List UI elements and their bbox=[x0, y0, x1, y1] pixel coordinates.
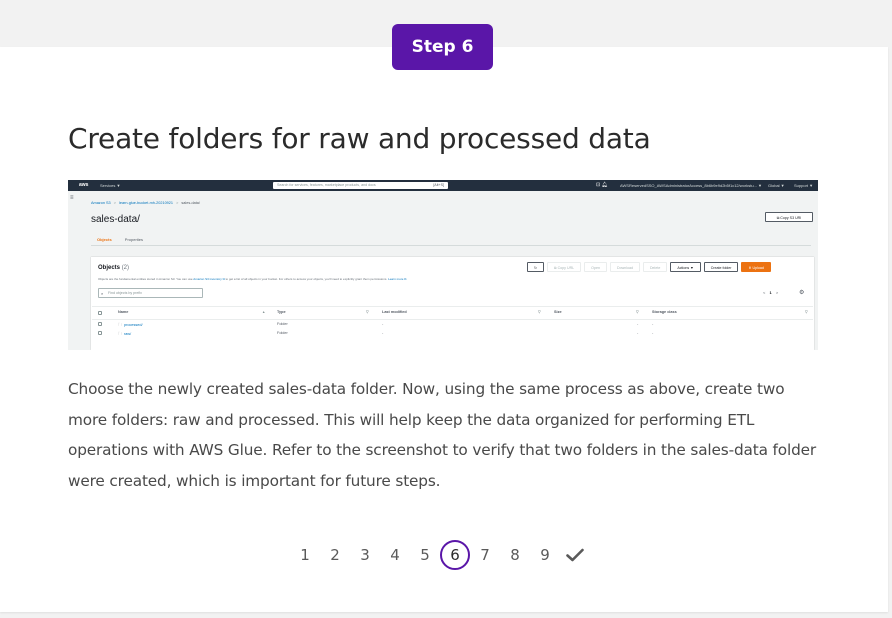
object-type: Folder bbox=[277, 331, 288, 335]
folder-icon: 🗀 bbox=[118, 331, 122, 336]
col-name: Name bbox=[118, 310, 129, 314]
breadcrumb-bucket: learn-glue-bucket-mh-20210921 bbox=[118, 201, 174, 205]
object-name: processed/ bbox=[124, 323, 143, 327]
aws-support-menu: Support ▼ bbox=[794, 183, 814, 188]
find-objects-input: ⌕ Find objects by prefix bbox=[98, 288, 203, 298]
step-pagination: 1 2 3 4 5 6 7 8 9 bbox=[290, 540, 590, 570]
copy-s3-uri-button: ⧉ Copy S3 URI bbox=[765, 212, 813, 222]
objects-heading: Objects (2) bbox=[98, 265, 129, 271]
breadcrumb-separator: > bbox=[176, 201, 179, 205]
bell-icon: 🔔︎ bbox=[601, 182, 608, 188]
aws-logo: aws bbox=[79, 182, 89, 188]
aws-search-shortcut: [Alt+S] bbox=[433, 183, 444, 187]
objects-title: Objects bbox=[98, 265, 121, 271]
tabs-divider bbox=[91, 245, 811, 246]
folder-icon: 🗀 bbox=[118, 322, 122, 327]
pager-prev: < bbox=[763, 290, 766, 295]
inventory-link: Amazon S3 inventory ⧉ bbox=[193, 277, 225, 281]
actions-button: Actions ▼ bbox=[670, 262, 701, 272]
objects-toolbar: ↻ ⧉ Copy URL Open Download Delete Action… bbox=[527, 262, 771, 272]
objects-description: Objects are the fundamental entities sto… bbox=[98, 277, 528, 281]
col-size: Size bbox=[554, 310, 562, 314]
aws-top-nav: aws Services ▼ Search for services, feat… bbox=[68, 180, 818, 191]
row-checkbox bbox=[98, 331, 102, 335]
check-icon[interactable] bbox=[560, 540, 590, 570]
aws-region-menu: Global ▼ bbox=[768, 183, 785, 188]
object-last-modified: - bbox=[382, 322, 384, 326]
page-3[interactable]: 3 bbox=[350, 540, 380, 570]
objects-count: (2) bbox=[121, 265, 130, 271]
step-description: Choose the newly created sales-data fold… bbox=[68, 380, 817, 490]
folder-title: sales-data/ bbox=[91, 214, 140, 225]
terminal-icon: ⊡ bbox=[596, 182, 601, 188]
page-7[interactable]: 7 bbox=[470, 540, 500, 570]
table-row: 🗀 raw/ Folder - - - bbox=[92, 328, 813, 337]
object-last-modified: - bbox=[382, 331, 384, 335]
breadcrumb-current: sales-data/ bbox=[181, 201, 200, 205]
page-9[interactable]: 9 bbox=[530, 540, 560, 570]
col-last-modified: Last modified bbox=[382, 310, 407, 314]
breadcrumb: Amazon S3 > learn-glue-bucket-mh-2021092… bbox=[91, 201, 200, 205]
aws-search-box: Search for services, features, marketpla… bbox=[273, 182, 448, 189]
page-4[interactable]: 4 bbox=[380, 540, 410, 570]
upload-button: ⬆ Upload bbox=[741, 262, 771, 272]
gear-icon: ⚙ bbox=[799, 290, 805, 296]
object-name: raw/ bbox=[124, 332, 132, 336]
page-8[interactable]: 8 bbox=[500, 540, 530, 570]
object-size: - bbox=[637, 331, 639, 335]
objects-panel: Objects (2) Objects are the fundamental … bbox=[91, 257, 814, 350]
aws-console-screenshot: aws Services ▼ Search for services, feat… bbox=[68, 180, 818, 350]
row-checkbox bbox=[98, 322, 102, 326]
page-2[interactable]: 2 bbox=[320, 540, 350, 570]
sort-desc-icon: ▽ bbox=[538, 310, 541, 314]
aws-account-menu: AWSReservedSSO_AWSAdministratorAccess_8b… bbox=[620, 183, 762, 188]
object-name-cell: 🗀 raw/ bbox=[118, 331, 131, 338]
col-type: Type bbox=[277, 310, 286, 314]
object-size: - bbox=[637, 322, 639, 326]
open-button: Open bbox=[584, 262, 607, 272]
pager-next: > bbox=[775, 290, 779, 295]
objects-pager: < 1 > bbox=[763, 290, 778, 295]
sort-desc-icon: ▽ bbox=[366, 310, 369, 314]
select-all-checkbox bbox=[98, 311, 102, 315]
objects-table-header: Name ▲ Type ▽ Last modified ▽ Size ▽ Sto… bbox=[92, 306, 813, 320]
sort-asc-icon: ▲ bbox=[262, 310, 266, 314]
objects-desc-text: Objects are the fundamental entities sto… bbox=[98, 277, 194, 281]
page-6-current[interactable]: 6 bbox=[440, 540, 470, 570]
copy-url-button: ⧉ Copy URL bbox=[547, 262, 582, 272]
table-row: 🗀 processed/ Folder - - - bbox=[92, 319, 813, 328]
object-storage-class: - bbox=[652, 322, 654, 326]
object-type: Folder bbox=[277, 322, 288, 326]
download-button: Download bbox=[609, 262, 640, 272]
create-folder-button: Create folder bbox=[703, 262, 739, 272]
services-menu: Services ▼ bbox=[100, 183, 121, 188]
page-5[interactable]: 5 bbox=[410, 540, 440, 570]
pager-current: 1 bbox=[769, 290, 772, 295]
sort-desc-icon: ▽ bbox=[805, 310, 808, 314]
tab-properties: Properties bbox=[124, 237, 144, 242]
page-1[interactable]: 1 bbox=[290, 540, 320, 570]
page-title: Create folders for raw and processed dat… bbox=[68, 122, 651, 155]
search-icon: ⌕ bbox=[101, 291, 104, 296]
sort-desc-icon: ▽ bbox=[636, 310, 639, 314]
learn-more-link: Learn more ⧉ bbox=[388, 277, 407, 281]
col-storage-class: Storage class bbox=[652, 310, 677, 314]
check-icon-svg bbox=[566, 548, 584, 562]
aws-nav-icons: ⊡ 🔔︎ bbox=[596, 182, 608, 188]
objects-desc-text-2: to get a list of all objects in your buc… bbox=[224, 277, 389, 281]
object-storage-class: - bbox=[652, 331, 654, 335]
breadcrumb-separator: > bbox=[113, 201, 116, 205]
aws-search-placeholder: Search for services, features, marketpla… bbox=[277, 183, 376, 187]
refresh-button: ↻ bbox=[527, 262, 545, 272]
hamburger-icon: ≡ bbox=[70, 195, 74, 201]
breadcrumb-root: Amazon S3 bbox=[91, 201, 111, 205]
step-badge: Step 6 bbox=[392, 24, 493, 70]
delete-button: Delete bbox=[642, 262, 668, 272]
find-objects-placeholder: Find objects by prefix bbox=[108, 291, 142, 295]
